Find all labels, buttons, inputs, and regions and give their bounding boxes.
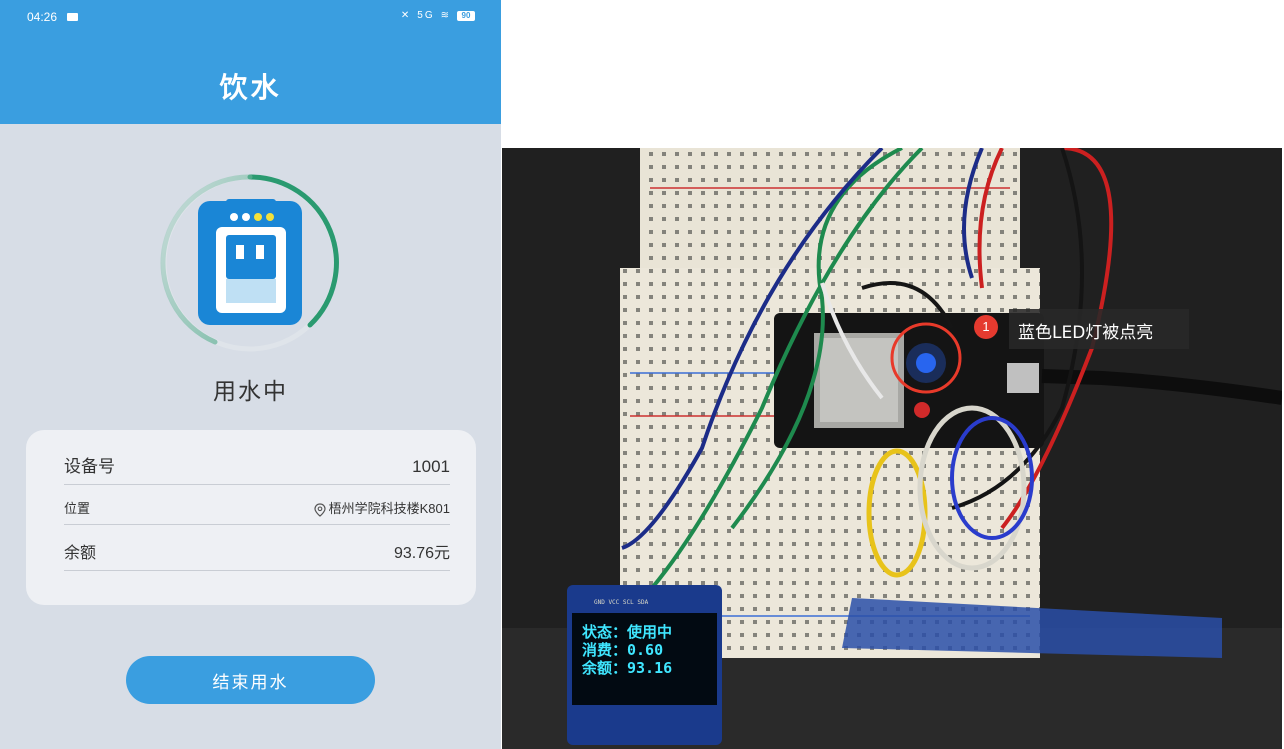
device-number-row: 设备号 1001 xyxy=(64,450,450,485)
battery-icon: 90 xyxy=(457,10,475,21)
oled-line-2: 消费：0.60 xyxy=(582,641,663,659)
water-dispenser-icon xyxy=(198,199,302,325)
location-row: 位置 梧州学院科技楼K801 xyxy=(64,490,450,525)
location-label: 位置 xyxy=(64,502,91,517)
page-title: 饮水 xyxy=(219,71,282,104)
network-label: 5G xyxy=(417,10,435,21)
balance-label: 余额 xyxy=(64,543,97,562)
device-number-value: 1001 xyxy=(412,457,450,476)
balance-row: 余额 93.76元 xyxy=(64,530,450,571)
balance-value: 93.76元 xyxy=(393,545,450,562)
top-bar: 04:26 ✕ 5G ≋ 90 饮水 xyxy=(0,0,501,124)
wifi-icon: ≋ xyxy=(440,10,451,21)
oled-line-3: 余额：93.16 xyxy=(581,659,672,677)
annotation-badge: 1 xyxy=(974,315,998,339)
device-number-label: 设备号 xyxy=(64,457,115,477)
status-icons: ✕ 5G ≋ 90 xyxy=(401,10,475,21)
mail-icon xyxy=(67,13,78,21)
location-value-wrap: 梧州学院科技楼K801 xyxy=(314,498,450,517)
status-time: 04:26 xyxy=(27,10,58,24)
oled-display: GND VCC SCL SDA 状态：使用中 消费：0.60 余额：93.16 xyxy=(567,585,722,745)
device-info-card: 设备号 1001 位置 梧州学院科技楼K801 余额 93.76元 xyxy=(26,430,476,605)
phone-screen: 04:26 ✕ 5G ≋ 90 饮水 用水中 设备号 1001 位置 梧州学院科… xyxy=(0,0,501,749)
mute-icon: ✕ xyxy=(400,10,412,21)
usage-status-text: 用水中 xyxy=(213,379,288,405)
usage-ring xyxy=(160,174,339,352)
breadboard-photo-illustration: GND VCC SCL SDA 状态：使用中 消费：0.60 余额：93.16 xyxy=(502,148,1282,749)
location-value: 梧州学院科技楼K801 xyxy=(328,501,450,516)
end-water-button[interactable]: 结束用水 xyxy=(126,656,375,704)
annotation-text: 蓝色LED灯被点亮 xyxy=(1018,323,1154,343)
location-pin-icon xyxy=(314,502,326,517)
oled-header-text: GND VCC SCL SDA xyxy=(594,599,649,606)
hardware-photo: GND VCC SCL SDA 状态：使用中 消费：0.60 余额：93.16 xyxy=(502,148,1282,749)
oled-line-1: 状态：使用中 xyxy=(582,623,672,641)
